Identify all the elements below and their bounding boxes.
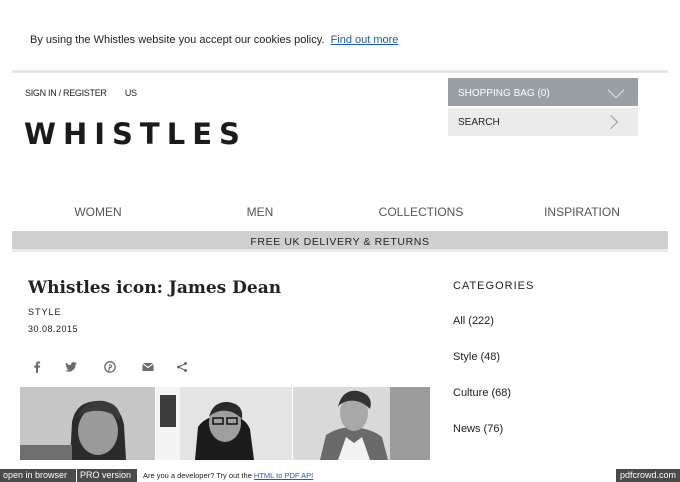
- pinterest-icon[interactable]: [103, 360, 117, 374]
- facebook-icon[interactable]: [30, 360, 44, 374]
- categories-heading: CATEGORIES: [453, 280, 535, 292]
- category-link-all[interactable]: All (222): [453, 315, 494, 327]
- open-in-browser-button[interactable]: open in browser: [0, 469, 76, 482]
- nav-item-inspiration[interactable]: INSPIRATION: [502, 205, 662, 219]
- delivery-promo-text: FREE UK DELIVERY & RETURNS: [250, 236, 430, 248]
- article-title: Whistles icon: James Dean: [28, 278, 282, 298]
- email-icon[interactable]: [141, 360, 155, 374]
- category-link-news[interactable]: News (76): [453, 423, 503, 435]
- cookie-find-out-more-link[interactable]: Find out more: [331, 34, 399, 46]
- html-to-pdf-api-link[interactable]: HTML to PDF API: [254, 471, 313, 480]
- region-selector[interactable]: US: [125, 88, 137, 98]
- article-category-link[interactable]: STYLE: [28, 307, 62, 317]
- sign-in-register-link[interactable]: SIGN IN / REGISTER: [25, 88, 107, 98]
- delivery-promo-banner[interactable]: FREE UK DELIVERY & RETURNS: [12, 231, 668, 252]
- pdfcrowd-brand[interactable]: pdfcrowd.com: [615, 469, 680, 482]
- developer-promo: Are you a developer? Try out the HTML to…: [143, 471, 313, 480]
- cookie-banner: By using the Whistles website you accept…: [30, 34, 398, 46]
- article-date: 30.08.2015: [28, 324, 79, 334]
- search-button[interactable]: SEARCH: [448, 108, 638, 136]
- chevron-right-icon: [603, 114, 619, 130]
- shopping-bag-label: SHOPPING BAG (0): [458, 88, 550, 99]
- nav-item-men[interactable]: MEN: [180, 205, 340, 219]
- developer-promo-text: Are you a developer? Try out the: [143, 471, 252, 480]
- header-divider: [12, 70, 668, 73]
- pro-version-button[interactable]: PRO version: [77, 469, 137, 482]
- category-link-culture[interactable]: Culture (68): [453, 387, 511, 399]
- main-navigation: WOMEN MEN COLLECTIONS INSPIRATION: [12, 205, 668, 221]
- cookie-text: By using the Whistles website you accept…: [30, 34, 325, 46]
- utility-links: SIGN IN / REGISTER US: [25, 88, 137, 98]
- photo-panel-left: [20, 387, 155, 460]
- search-label: SEARCH: [458, 117, 500, 128]
- share-icon[interactable]: [175, 360, 189, 374]
- photo-panel-middle: [156, 387, 292, 460]
- shopping-bag-button[interactable]: SHOPPING BAG (0): [448, 78, 638, 106]
- nav-item-women[interactable]: WOMEN: [18, 205, 178, 219]
- whistles-logo[interactable]: WHISTLES: [24, 117, 247, 151]
- chevron-down-icon: [607, 81, 625, 99]
- category-link-style[interactable]: Style (48): [453, 351, 500, 363]
- twitter-icon[interactable]: [64, 360, 78, 374]
- photo-panel-right: [293, 387, 430, 460]
- nav-item-collections[interactable]: COLLECTIONS: [341, 205, 501, 219]
- article-hero-image[interactable]: [20, 387, 430, 460]
- pdfcrowd-footer-bar: open in browser PRO version Are you a de…: [0, 469, 680, 482]
